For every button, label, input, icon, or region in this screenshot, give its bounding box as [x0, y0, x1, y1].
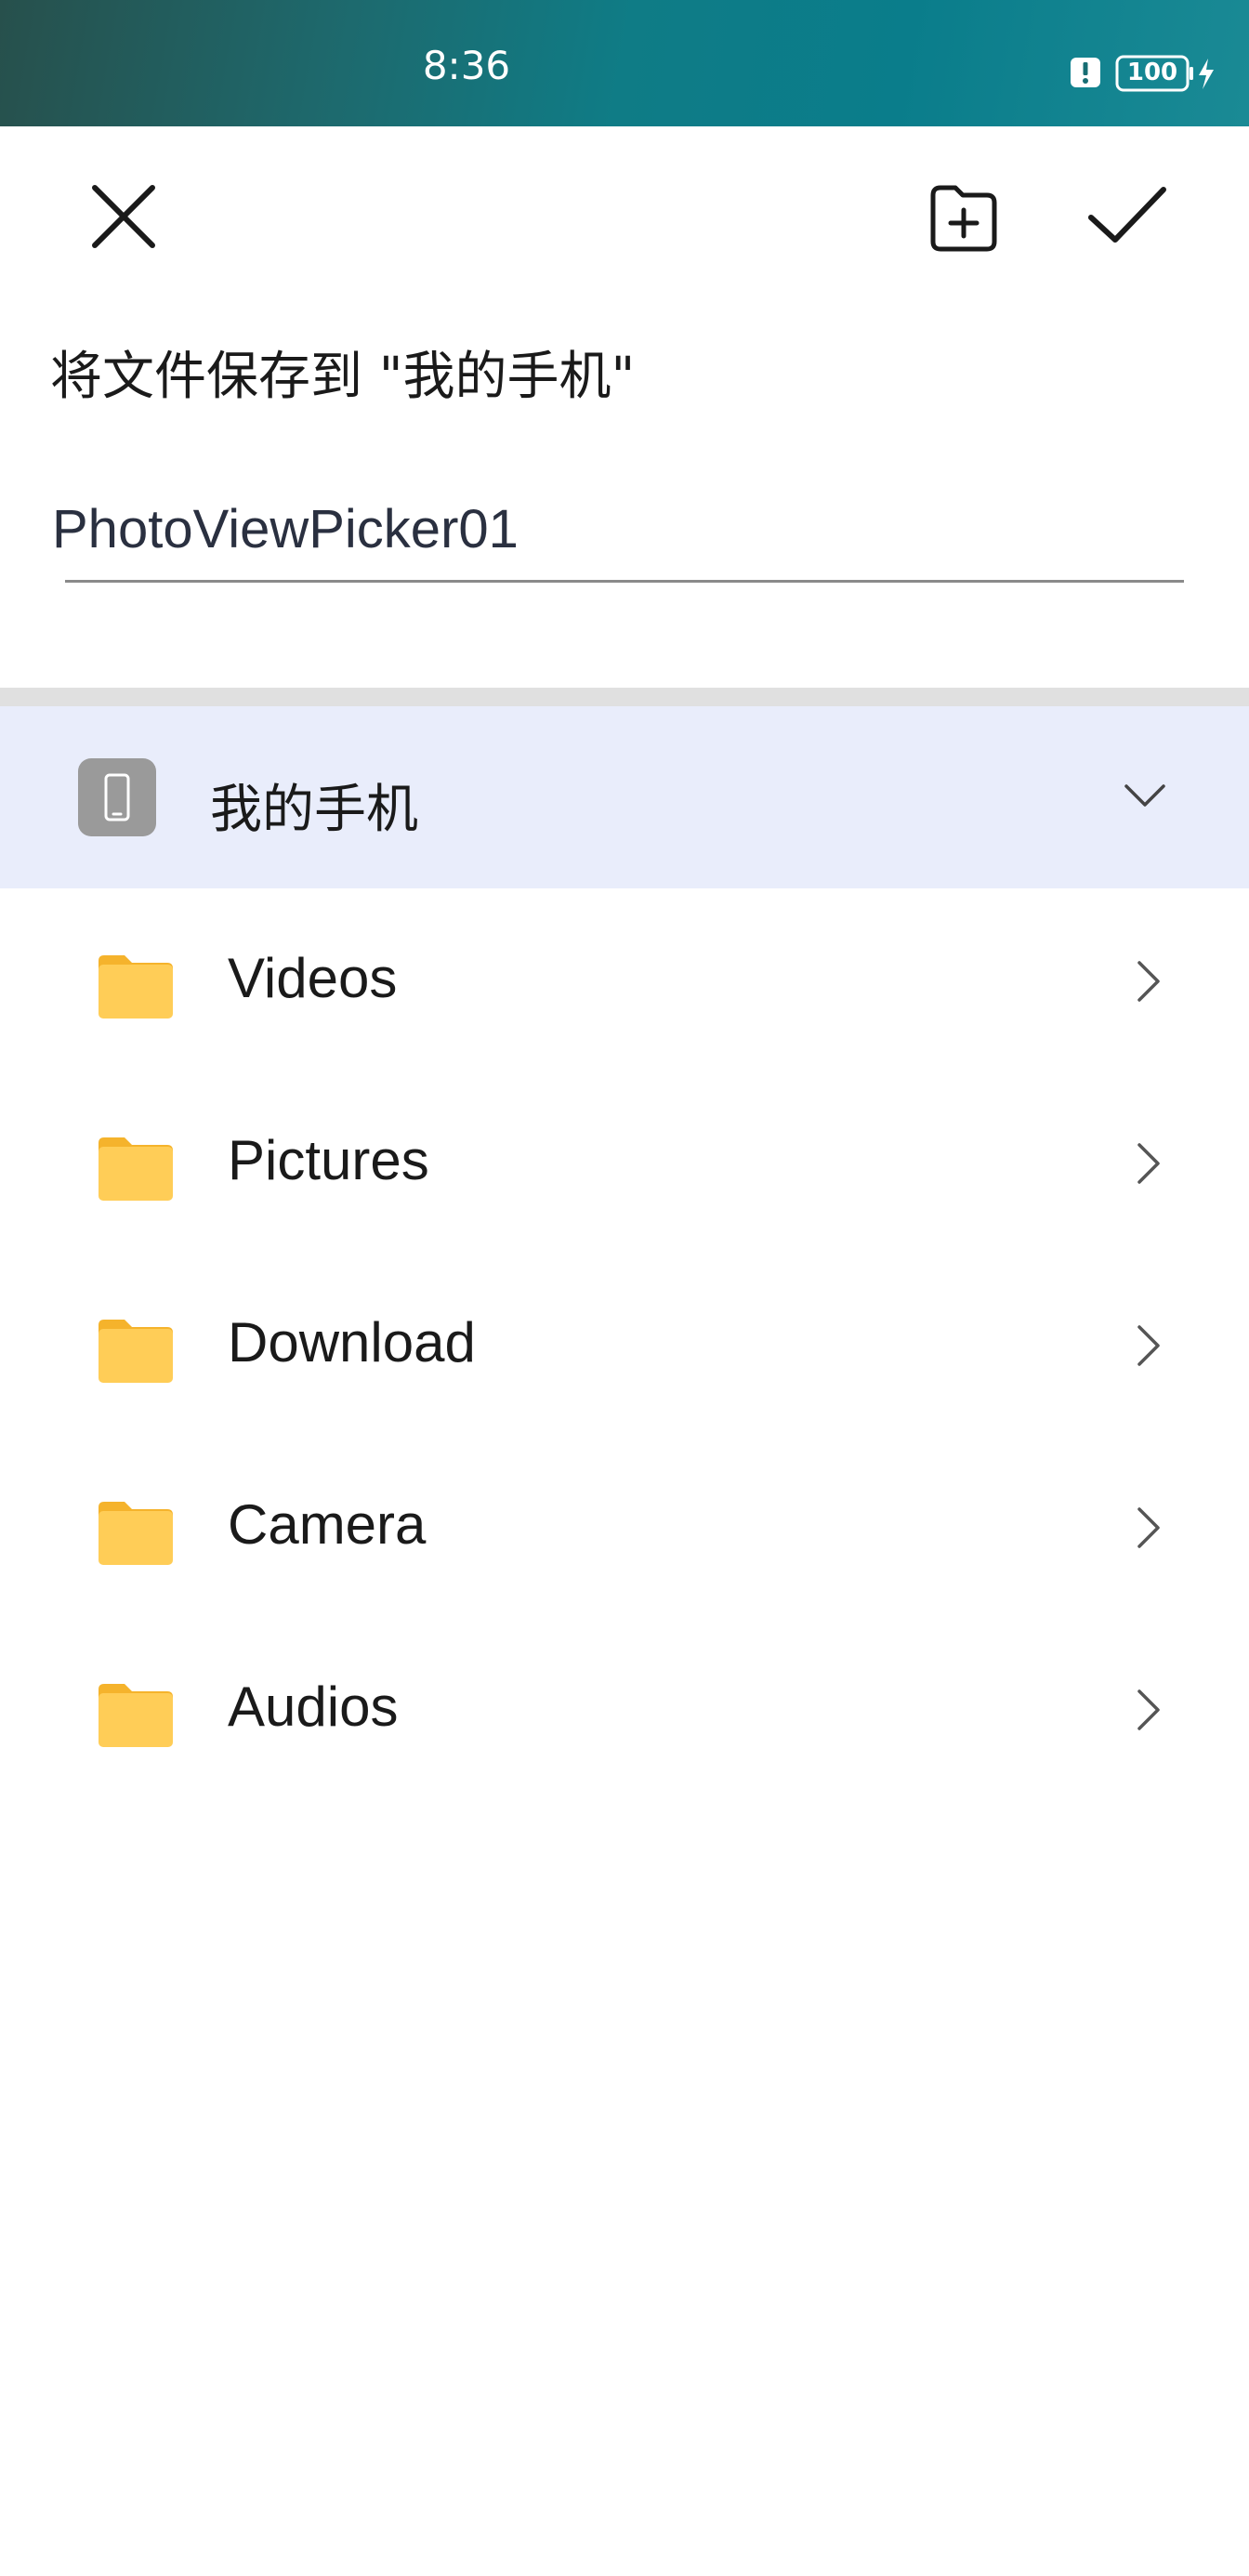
- folder-item-camera[interactable]: Camera: [0, 1435, 1249, 1617]
- folder-icon: [99, 1137, 173, 1201]
- folder-icon: [99, 1320, 173, 1383]
- status-bar: 8:36 100: [0, 0, 1249, 126]
- folder-label: Audios: [228, 1676, 399, 1738]
- folder-label: Camera: [228, 1493, 427, 1556]
- chevron-right-icon: [1137, 1143, 1160, 1184]
- folder-list: Videos Pictures Download Camera Audios: [0, 888, 1249, 1799]
- confirm-button[interactable]: [1078, 167, 1175, 264]
- input-underline: [65, 580, 1184, 583]
- filename-input[interactable]: [52, 474, 1186, 584]
- battery-level: 100: [1126, 59, 1178, 86]
- alert-icon: [1071, 58, 1100, 87]
- save-dialog-title: 将文件保存到 "我的手机": [50, 347, 636, 407]
- folder-item-audios[interactable]: Audios: [0, 1617, 1249, 1799]
- folder-icon: [99, 955, 173, 1019]
- status-time: 8:36: [422, 43, 511, 88]
- chevron-right-icon: [1137, 1507, 1160, 1548]
- folder-icon: [99, 1684, 173, 1747]
- folder-icon: [99, 1502, 173, 1565]
- new-folder-button[interactable]: [914, 167, 1011, 264]
- close-icon: [92, 185, 155, 248]
- location-selector[interactable]: 我的手机: [0, 706, 1249, 888]
- chevron-down-icon: [1124, 784, 1165, 807]
- check-icon: [1088, 187, 1166, 243]
- section-divider: [0, 688, 1249, 706]
- chevron-right-icon: [1137, 1689, 1160, 1730]
- folder-item-videos[interactable]: Videos: [0, 888, 1249, 1071]
- location-label: 我的手机: [210, 780, 418, 840]
- folder-label: Pictures: [228, 1129, 429, 1191]
- close-button[interactable]: [74, 167, 171, 264]
- chevron-right-icon: [1137, 1325, 1160, 1366]
- folder-item-download[interactable]: Download: [0, 1253, 1249, 1435]
- charging-icon: [1199, 59, 1214, 89]
- new-folder-icon: [930, 185, 997, 252]
- phone-icon: [78, 758, 156, 836]
- folder-label: Download: [228, 1311, 476, 1373]
- chevron-right-icon: [1137, 961, 1160, 1002]
- folder-label: Videos: [228, 947, 398, 1009]
- folder-item-pictures[interactable]: Pictures: [0, 1071, 1249, 1253]
